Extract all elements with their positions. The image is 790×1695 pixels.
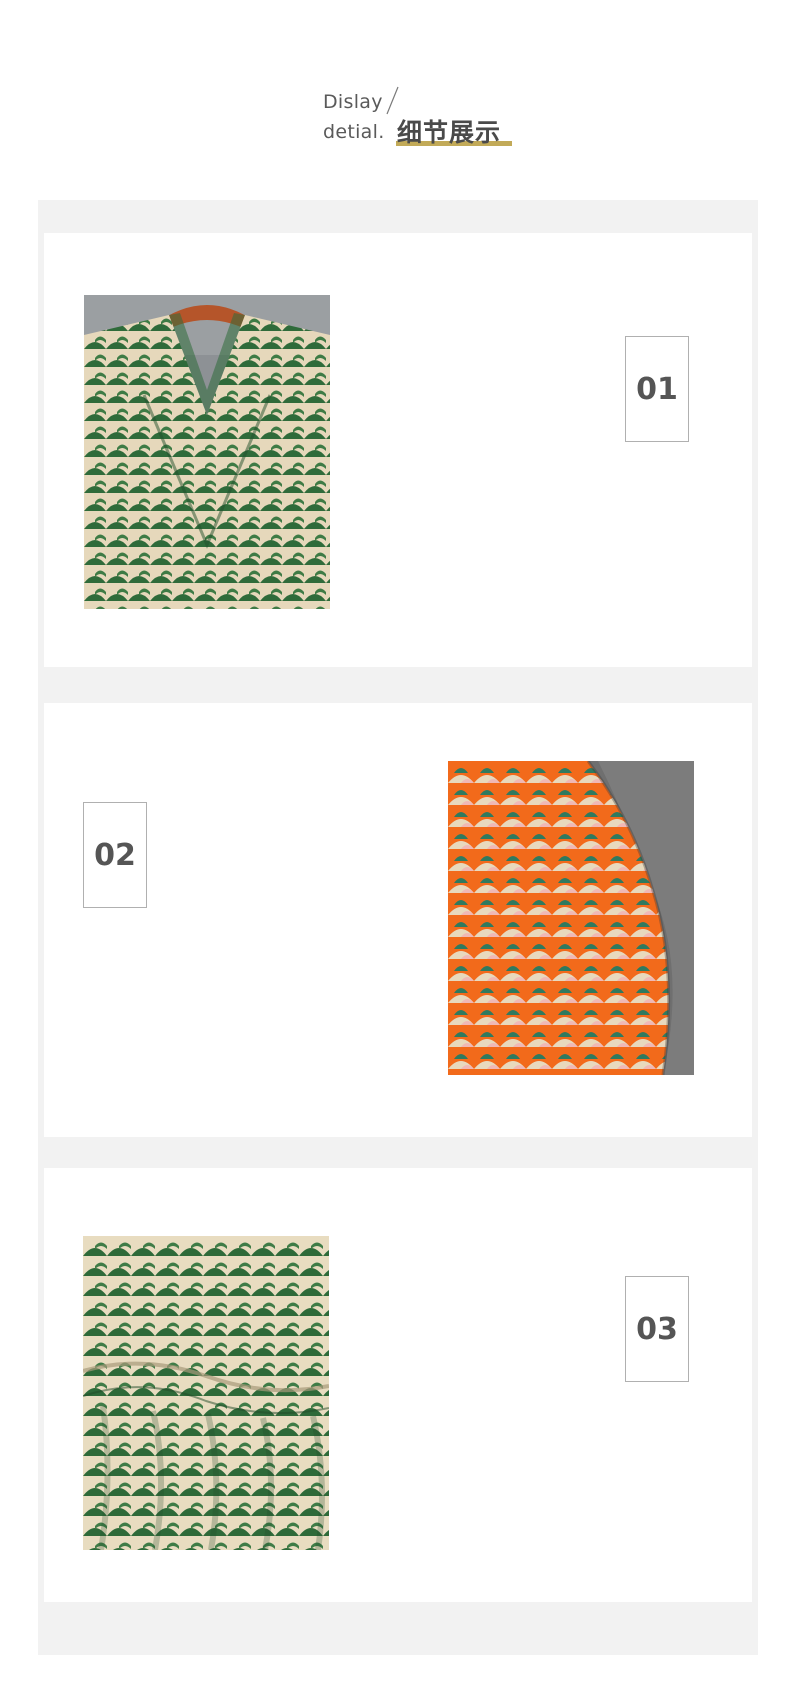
- header-english-line-1: Dislay: [323, 91, 383, 113]
- header-english-line-2: detial.: [323, 121, 385, 143]
- header-chinese-title: 细节展示: [397, 118, 502, 147]
- detail-photo-3: [83, 1236, 329, 1550]
- detail-card-2: 02: [44, 703, 752, 1137]
- detail-card-1: 01: [44, 233, 752, 667]
- slash-divider-icon: [386, 86, 399, 115]
- detail-photo-2: [448, 761, 694, 1075]
- detail-number-badge-1: 01: [625, 336, 689, 442]
- section-header: Dislay detial. 细节展示: [323, 86, 523, 147]
- detail-card-3: 03: [44, 1168, 752, 1602]
- detail-number-badge-2: 02: [83, 802, 147, 908]
- detail-number-badge-3: 03: [625, 1276, 689, 1382]
- detail-photo-1: [84, 295, 330, 609]
- detail-panel: 01 02 03: [38, 200, 758, 1655]
